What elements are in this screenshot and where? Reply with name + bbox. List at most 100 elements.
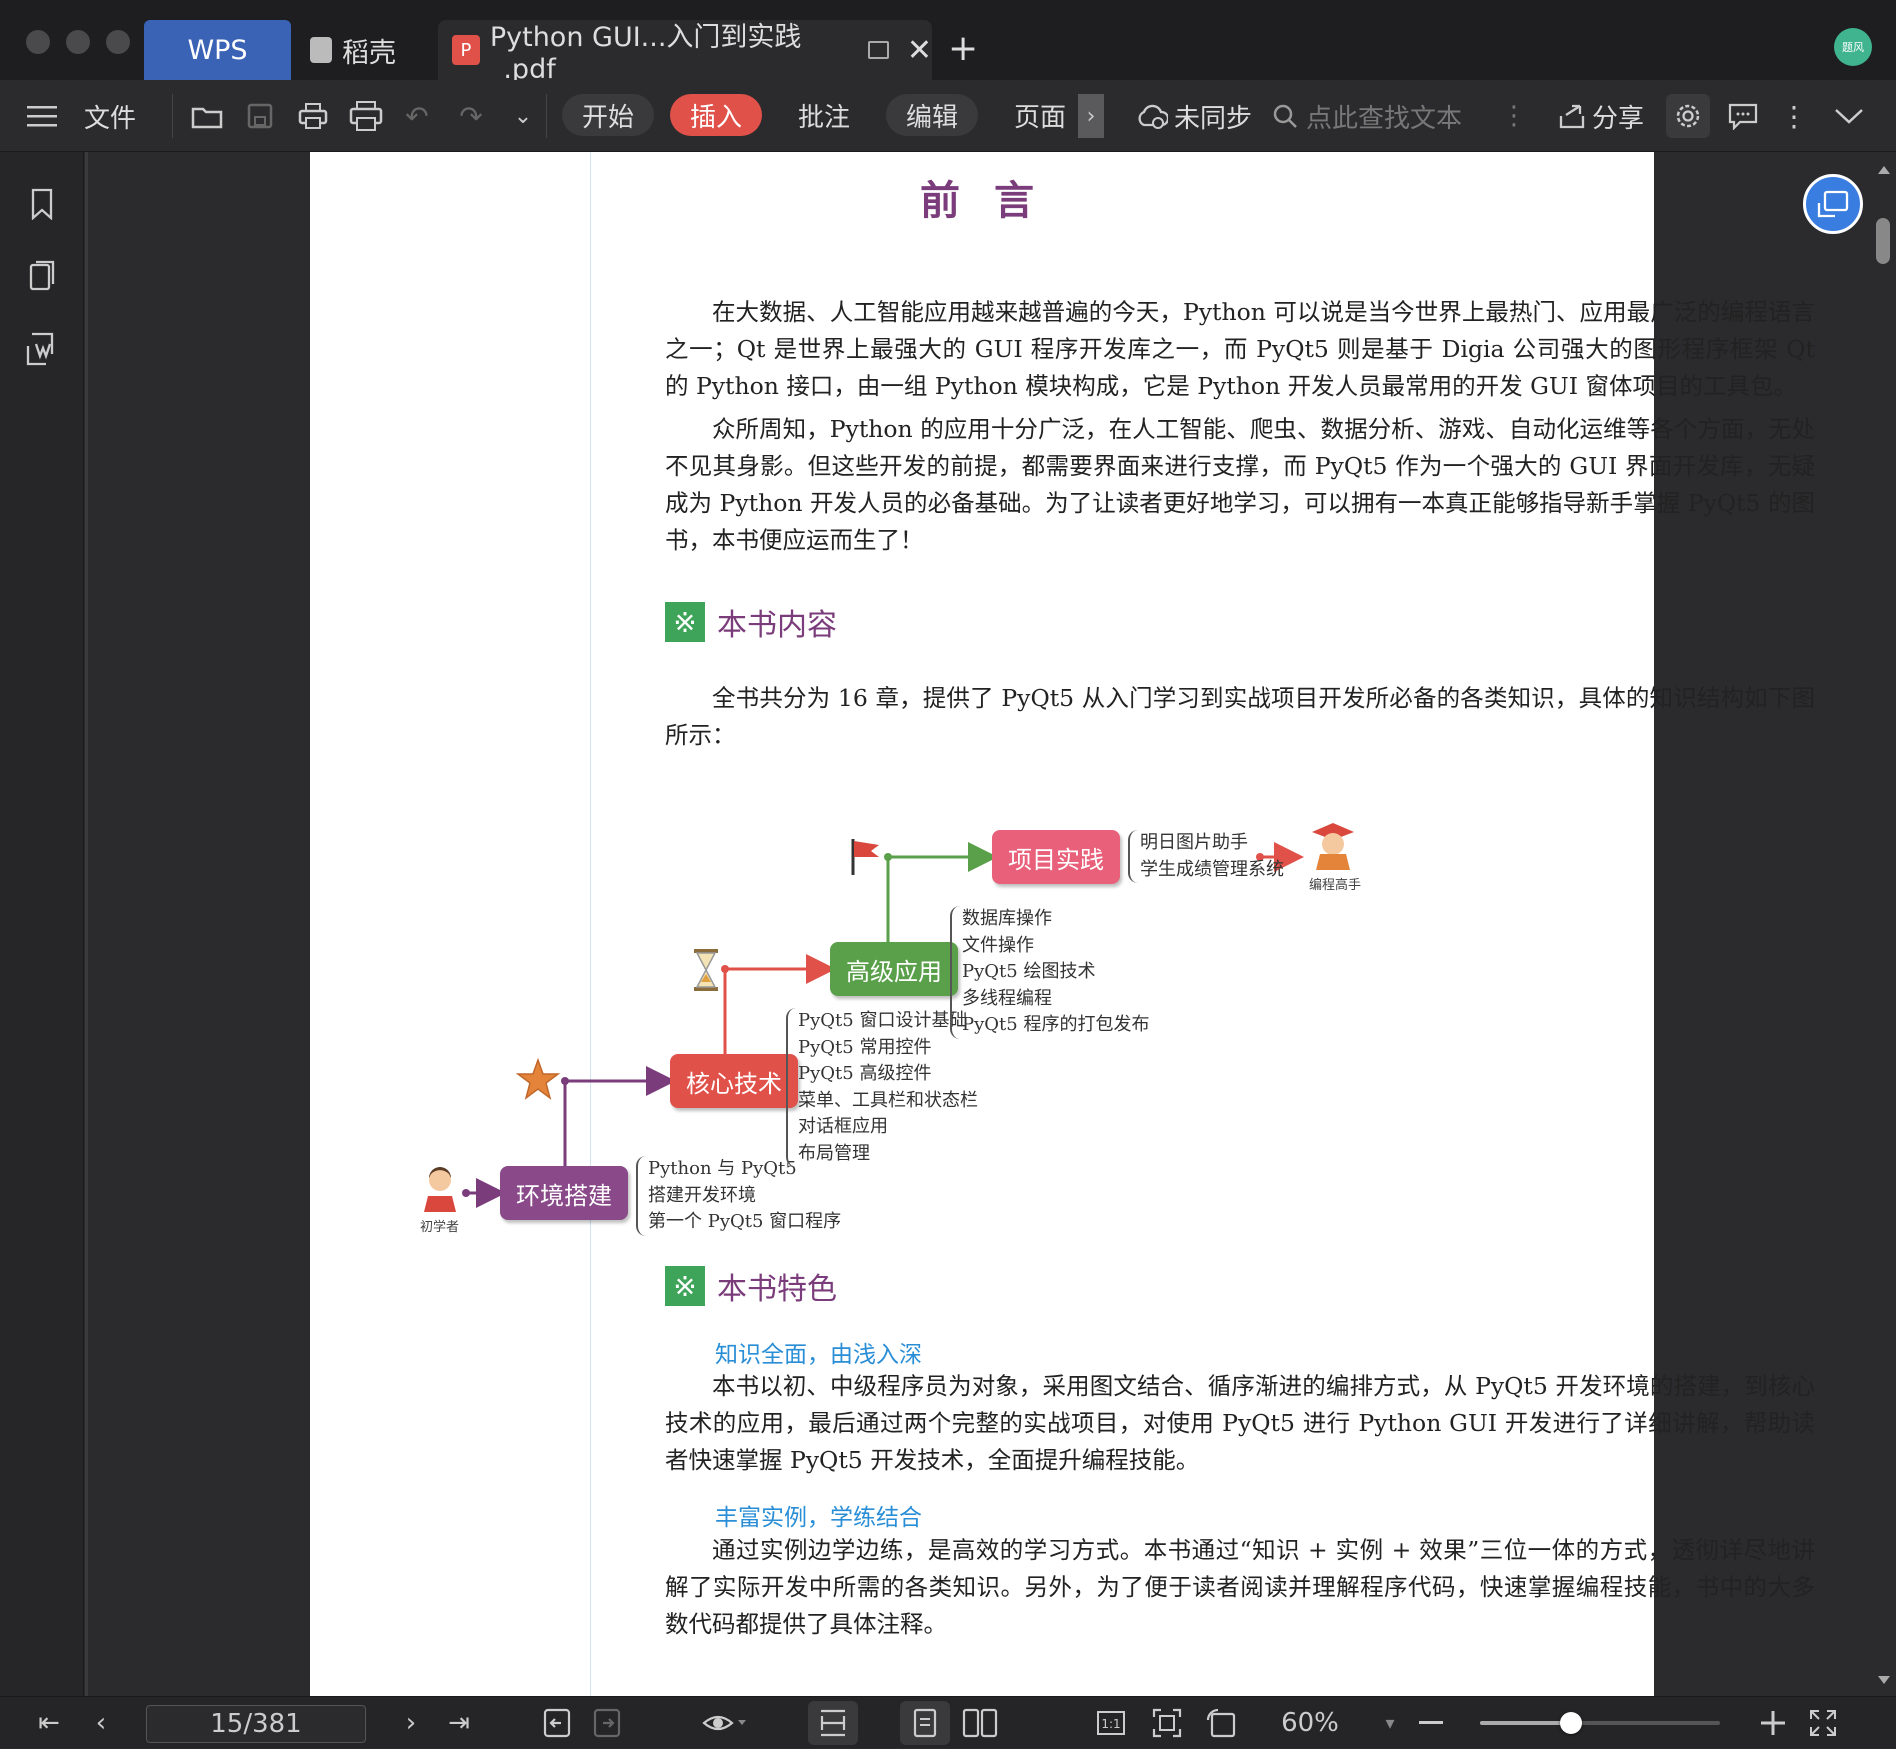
tab-annotate-label: 批注 xyxy=(797,102,850,133)
list-item: PyQt5 常用控件 xyxy=(798,1036,932,1058)
monitor-icon[interactable] xyxy=(868,41,889,59)
undo-icon[interactable]: ↶ xyxy=(402,100,432,133)
document-canvas[interactable]: 前 言 在大数据、人工智能应用越来越普遍的今天，Python 可以说是当今世界上… xyxy=(85,152,1872,1696)
list-item: 文件操作 xyxy=(962,934,1034,956)
advanced-topics: 数据库操作 文件操作 PyQt5 绘图技术 多线程编程 PyQt5 程序的打包发… xyxy=(950,906,1149,1039)
tab-edit-label: 编辑 xyxy=(905,102,958,133)
scroll-up-icon[interactable] xyxy=(1878,166,1890,174)
previous-page-icon[interactable]: ‹ xyxy=(86,1697,116,1749)
tab-start[interactable]: 开始 xyxy=(562,94,654,136)
diagram-node-project: 项目实践 xyxy=(992,830,1120,884)
print-preview-icon[interactable] xyxy=(348,98,384,134)
comment-icon[interactable] xyxy=(1726,100,1760,132)
section-title: 本书特色 xyxy=(717,1272,837,1307)
actual-size-icon[interactable]: 1:1 xyxy=(1094,1697,1128,1749)
page-number-input[interactable]: 15/381 xyxy=(146,1705,366,1743)
hamburger-menu-icon[interactable] xyxy=(26,102,58,130)
section-marker-icon: ※ xyxy=(665,1266,705,1306)
zoom-window-button[interactable] xyxy=(106,30,130,54)
close-window-button[interactable] xyxy=(26,30,50,54)
tab-page[interactable]: 页面 xyxy=(994,94,1086,136)
toolbar: 文件 ↶ ↷ ⌄ 开始 插入 批注 编辑 页面 › 未同步 点此查找文本 ⋮ 分… xyxy=(0,80,1896,152)
project-topics: 明日图片助手 学生成绩管理系统 xyxy=(1128,830,1284,883)
search-icon xyxy=(1272,103,1298,129)
bookmark-icon[interactable] xyxy=(26,186,58,222)
tab-wps[interactable]: WPS xyxy=(144,20,291,80)
divider xyxy=(85,152,88,1696)
zoom-out-icon[interactable] xyxy=(1416,1697,1446,1749)
read-mode-eye-icon[interactable] xyxy=(696,1697,752,1749)
zoom-dropdown-icon[interactable]: ▾ xyxy=(1378,1697,1402,1749)
zoom-level[interactable]: 60% xyxy=(1280,1697,1340,1749)
divider xyxy=(172,94,173,138)
close-tab-icon[interactable]: ✕ xyxy=(907,33,932,68)
divider xyxy=(546,94,547,138)
beginner-avatar-icon xyxy=(420,1166,460,1214)
print-icon[interactable] xyxy=(296,100,330,132)
last-page-icon[interactable]: ⇥ xyxy=(444,1697,474,1749)
redo-icon[interactable]: ↷ xyxy=(456,100,486,133)
rotate-page-icon[interactable] xyxy=(1204,1697,1238,1749)
page-indicator: 15/381 xyxy=(210,1709,302,1739)
thumbnails-icon[interactable] xyxy=(26,258,58,294)
section-heading-contents: ※ 本书内容 xyxy=(665,600,837,644)
fit-width-icon[interactable] xyxy=(808,1701,858,1745)
tab-insert[interactable]: 插入 xyxy=(670,94,762,136)
title-bar: WPS 稻壳 P Python GUI...入门到实践_.pdf ✕ + 题风 xyxy=(0,0,1896,85)
share-icon xyxy=(1558,102,1586,130)
beginner-caption: 初学者 xyxy=(420,1220,460,1235)
file-menu-label: 文件 xyxy=(84,103,137,134)
go-back-icon[interactable] xyxy=(540,1697,574,1749)
zoom-in-icon[interactable] xyxy=(1758,1697,1788,1749)
tab-pdf-document[interactable]: P Python GUI...入门到实践_.pdf ✕ xyxy=(438,20,932,85)
share-label: 分享 xyxy=(1592,103,1645,134)
share-button[interactable]: 分享 xyxy=(1558,80,1644,152)
app-window: WPS 稻壳 P Python GUI...入门到实践_.pdf ✕ + 题风 … xyxy=(0,0,1896,1748)
document-convert-icon[interactable] xyxy=(24,330,60,368)
tab-wps-label: WPS xyxy=(187,34,248,66)
tab-daoke[interactable]: 稻壳 xyxy=(310,20,430,80)
fit-page-icon[interactable] xyxy=(1150,1697,1184,1749)
two-page-icon[interactable] xyxy=(958,1697,1002,1749)
open-folder-icon[interactable] xyxy=(190,100,224,132)
toolbar-scroll-right-icon[interactable]: › xyxy=(1078,94,1104,138)
fullscreen-icon[interactable] xyxy=(1806,1697,1840,1749)
expert-caption: 编程高手 xyxy=(1309,878,1362,893)
sync-status[interactable]: 未同步 xyxy=(1136,80,1252,152)
next-page-icon[interactable]: › xyxy=(396,1697,426,1749)
scrollbar-thumb[interactable] xyxy=(1876,218,1890,264)
collapse-ribbon-icon[interactable] xyxy=(1832,102,1866,130)
tab-annotate[interactable]: 批注 xyxy=(778,94,870,136)
left-sidebar xyxy=(0,152,84,1696)
new-tab-icon[interactable]: + xyxy=(948,28,978,69)
tab-edit[interactable]: 编辑 xyxy=(886,94,978,136)
node-label: 项目实践 xyxy=(1008,845,1104,874)
file-menu[interactable]: 文件 xyxy=(84,80,136,152)
list-item: 第一个 PyQt5 窗口程序 xyxy=(648,1211,842,1232)
list-item: PyQt5 绘图技术 xyxy=(962,961,1096,982)
vertical-scrollbar[interactable] xyxy=(1872,152,1896,1696)
list-item: 菜单、工具栏和状态栏 xyxy=(798,1089,978,1111)
diagram-node-environment: 环境搭建 xyxy=(500,1166,628,1220)
quick-access-dropdown-icon[interactable]: ⌄ xyxy=(510,102,536,130)
node-label: 环境搭建 xyxy=(516,1181,612,1210)
zoom-slider-thumb[interactable] xyxy=(1560,1712,1583,1734)
settings-gear-icon[interactable] xyxy=(1666,94,1710,138)
preface-paragraph-1: 在大数据、人工智能应用越来越普遍的今天，Python 可以说是当今世界上最热门、… xyxy=(665,298,1815,400)
go-forward-icon[interactable] xyxy=(590,1697,624,1749)
more-vertical-icon[interactable]: ⋮ xyxy=(1501,101,1527,131)
node-label: 高级应用 xyxy=(846,957,942,986)
feature-text-2: 通过实例边学边练，是高效的学习方式。本书通过“知识 + 实例 + 效果”三位一体… xyxy=(665,1536,1815,1638)
search-text-box[interactable]: 点此查找文本 xyxy=(1272,80,1482,152)
floating-convert-button[interactable] xyxy=(1803,174,1863,234)
minimize-window-button[interactable] xyxy=(66,30,90,54)
scroll-down-icon[interactable] xyxy=(1878,1676,1890,1684)
more-options-icon[interactable]: ⋮ xyxy=(1780,100,1808,133)
zoom-slider[interactable] xyxy=(1480,1712,1720,1734)
pdf-icon: P xyxy=(452,35,480,65)
avatar[interactable]: 题风 xyxy=(1834,28,1872,66)
tab-start-label: 开始 xyxy=(581,102,634,133)
single-page-icon[interactable] xyxy=(900,1701,950,1745)
first-page-icon[interactable]: ⇤ xyxy=(34,1697,64,1749)
save-icon[interactable] xyxy=(244,100,276,132)
